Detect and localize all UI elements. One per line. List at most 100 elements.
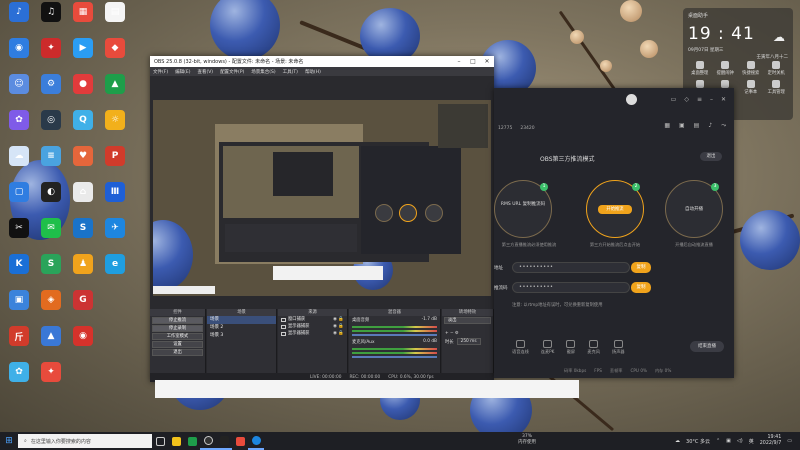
exit-mode-button[interactable]: 退出 [700,152,722,161]
skin-icon[interactable]: ◇ [684,96,689,103]
desktop-icon[interactable] [98,290,132,311]
desktop-icon[interactable] [98,326,132,347]
stream-key-field[interactable]: •••••••••• [512,282,630,293]
app-icon[interactable] [216,432,232,450]
visibility-icon[interactable]: ◉ 🔒 [333,316,344,323]
menu-item[interactable]: 编辑(E) [175,69,190,75]
menu-item[interactable]: 文件(F) [153,69,168,75]
app-icon[interactable] [168,432,184,450]
calendar-icon[interactable]: ▦ [664,122,670,130]
desktop-icon[interactable]: ◐ [34,182,68,203]
volume-icon[interactable]: ◁) [737,438,743,444]
widget-button[interactable]: 桌面整理 [688,61,712,76]
weather-text[interactable]: 30°C 多云 [686,438,710,445]
desktop-icon[interactable]: G [66,290,100,311]
desktop-icon[interactable]: ▲ [34,326,68,347]
widget-button[interactable]: 定时关机 [765,61,789,76]
desktop-icon[interactable]: ✿ [2,362,36,383]
tool-bottom-item[interactable]: 麦克风 [587,339,600,355]
volume-slider[interactable] [352,356,437,358]
desktop-icon[interactable]: ▤ [98,2,132,23]
desktop-icon[interactable]: Ⅲ [98,182,132,203]
desktop-icon[interactable]: ✦ [34,362,68,383]
visibility-icon[interactable]: ◉ 🔒 [333,323,344,330]
control-button[interactable]: 停止录制 [152,325,203,332]
volume-slider[interactable] [352,334,437,336]
source-item[interactable]: 显示器捕获 ◉ 🔒 [278,323,347,330]
transition-add-icon[interactable]: + − ⚙ [442,330,493,337]
tool-bottom-item[interactable]: 扬声器 [612,339,625,355]
desktop-icon[interactable]: 斤 [2,326,36,347]
close-icon[interactable]: ✕ [480,58,494,65]
source-item[interactable]: 显示器捕获 ◉ 🔒 [278,330,347,337]
obs-window[interactable]: OBS 25.0.8 (32-bit, windows) - 配置文件: 未命名… [150,56,494,382]
desktop-icon[interactable]: ✦ [34,38,68,59]
desktop-icon[interactable]: ☁ [2,146,36,167]
app-icon[interactable] [248,432,264,450]
desktop-icon[interactable]: ● [66,74,100,95]
desktop-icon[interactable]: ▢ [2,182,36,203]
desktop-icon[interactable]: ≡ [34,146,68,167]
chevron-up-icon[interactable]: ⌃ [716,438,720,444]
windows-start-icon[interactable]: ⊞ [0,436,18,446]
desktop-icon[interactable]: ◉ [2,38,36,59]
scene-item[interactable]: 场景 [207,316,276,324]
app-icon[interactable] [232,432,248,450]
desktop-icon[interactable]: ◆ [98,38,132,59]
control-button[interactable]: 停止推流 [152,317,203,324]
menu-item[interactable]: 帮助(H) [305,69,321,75]
widget-button[interactable]: 工具管理 [765,80,789,95]
tool-bottom-item[interactable]: 截屏 [566,339,576,355]
visibility-icon[interactable]: ◉ 🔒 [333,330,344,337]
obs-preview[interactable] [153,100,491,296]
desktop-icon[interactable]: ✿ [2,110,36,131]
minimize-icon[interactable]: – [452,58,466,65]
control-button[interactable]: 退出 [152,349,203,356]
desktop-icon[interactable]: ⚙ [34,74,68,95]
app-icon[interactable] [184,432,200,450]
desktop-icon[interactable]: ✈ [98,218,132,239]
taskbar-clock[interactable]: 19:41 2022/9/7 [760,435,782,447]
start-stream-pill[interactable]: 开始推流 [598,205,632,214]
duration-input[interactable]: 250 ms [456,338,481,345]
menu-item[interactable]: 工具(T) [283,69,298,75]
scene-item[interactable]: 场景 2 [207,324,276,332]
weather-icon[interactable]: ☁ [675,438,680,444]
maximize-icon[interactable]: □ [466,58,480,65]
network-icon[interactable]: ▣ [726,438,731,444]
notification-icon[interactable]: ▭ [787,438,792,444]
taskbar-search[interactable]: ⌕ 在这里输入你要搜索的内容 [18,434,152,448]
desktop-icon[interactable]: ♫ [34,2,68,23]
close-icon[interactable]: ✕ [721,96,726,103]
desktop-icon[interactable]: ◉ [66,326,100,347]
share-icon[interactable]: ⤳ [721,122,726,130]
copy-url-button[interactable]: 复制 [631,262,651,273]
minimize-icon[interactable]: – [710,96,713,103]
desktop-icon[interactable]: ▶ [66,38,100,59]
menu-item[interactable]: 查看(V) [197,69,213,75]
message-icon[interactable]: ▭ [671,96,677,103]
desktop-icon[interactable] [98,362,132,383]
scene-item[interactable]: 场景 3 [207,332,276,340]
shop-icon[interactable]: ▤ [694,122,700,130]
tool-bottom-item[interactable]: 连麦PK [541,339,554,355]
desktop-icon[interactable]: ⌂ [66,182,100,203]
desktop-icon[interactable]: ☼ [98,110,132,131]
source-item[interactable]: 窗口捕获 ◉ 🔒 [278,316,347,323]
stream-url-field[interactable]: •••••••••• [512,262,630,273]
obs-taskbar-icon[interactable] [200,432,216,450]
tool-topbar[interactable]: ▭ ◇ ≡ – ✕ [494,88,734,110]
desktop-icon[interactable]: Q [66,110,100,131]
widget-button[interactable]: 快捷搜索 [739,61,763,76]
gift-icon[interactable]: ▣ [679,122,685,130]
menu-icon[interactable]: ≡ [697,96,702,103]
control-button[interactable]: 工作室模式 [152,333,203,340]
obs-titlebar[interactable]: OBS 25.0.8 (32-bit, windows) - 配置文件: 未命名… [150,56,494,67]
desktop-icon[interactable]: e [98,254,132,275]
control-button[interactable]: 设置 [152,341,203,348]
menu-item[interactable]: 场景集合(S) [251,69,275,75]
avatar[interactable] [626,93,637,105]
desktop-icon[interactable]: S [66,218,100,239]
desktop-icon[interactable]: ▲ [98,74,132,95]
transition-select[interactable]: 淡出 [444,317,491,324]
